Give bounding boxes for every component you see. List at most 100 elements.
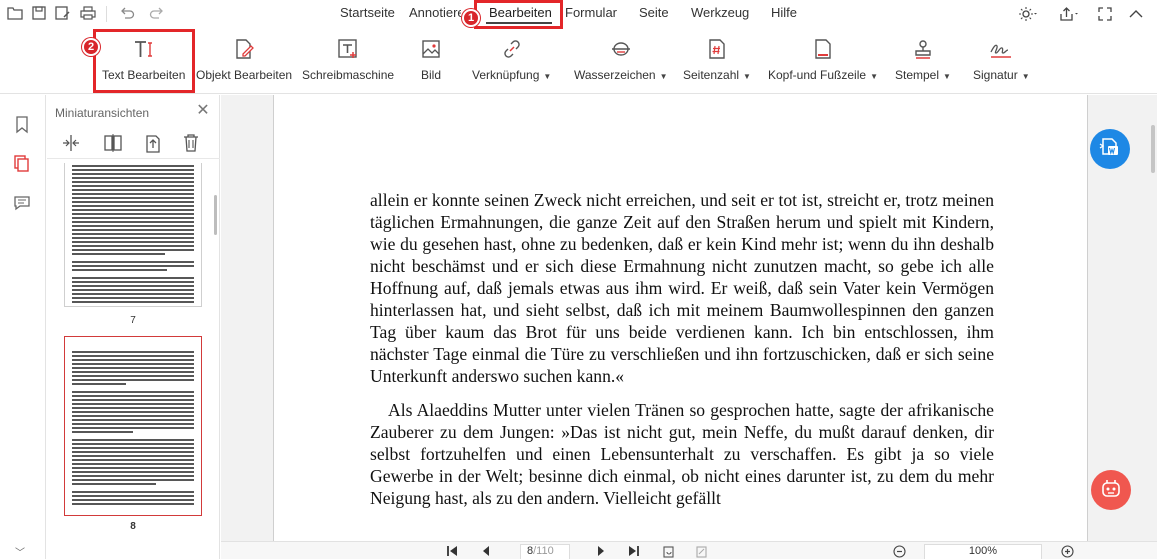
thumbnail-text-line bbox=[72, 221, 194, 223]
object-edit-button[interactable]: Objekt Bearbeiten bbox=[196, 36, 292, 82]
convert-to-word-button[interactable] bbox=[1090, 129, 1130, 169]
collapse-ribbon-icon[interactable] bbox=[1126, 4, 1146, 24]
watermark-button[interactable]: Wasserzeichen ▼ bbox=[574, 36, 668, 82]
thumbnail-text-line bbox=[72, 491, 194, 493]
extract-page-icon[interactable] bbox=[143, 133, 163, 153]
thumbnail-panel: Miniaturansichten ✕ 7 8 bbox=[47, 95, 220, 559]
zoom-out-icon[interactable] bbox=[892, 544, 906, 558]
save-as-icon[interactable] bbox=[54, 4, 72, 22]
thumbnail-text-line bbox=[72, 411, 194, 413]
thumbnail-toolbar bbox=[47, 127, 220, 159]
delete-page-icon[interactable] bbox=[181, 133, 201, 153]
thumbnail-text-line bbox=[72, 285, 194, 287]
fullscreen-icon[interactable] bbox=[1095, 4, 1115, 24]
step-badge-1: 1 bbox=[462, 9, 480, 27]
pdf-page: allein er konnte seinen Zweck nicht erre… bbox=[273, 95, 1088, 541]
thumbnail-text-line bbox=[72, 273, 194, 275]
ai-assistant-button[interactable] bbox=[1091, 470, 1131, 510]
save-icon[interactable] bbox=[30, 4, 48, 22]
rotate-page-icon[interactable] bbox=[103, 133, 123, 153]
signature-button[interactable]: Signatur ▼ bbox=[973, 36, 1030, 82]
watermark-label: Wasserzeichen ▼ bbox=[574, 68, 668, 82]
close-icon[interactable]: ✕ bbox=[195, 103, 211, 120]
next-page-icon[interactable] bbox=[594, 544, 608, 558]
stamp-button[interactable]: Stempel ▼ bbox=[895, 36, 951, 82]
thumbnail-text-line bbox=[72, 181, 194, 183]
thumbnails-icon[interactable] bbox=[12, 153, 32, 173]
thumbnail-text-line bbox=[72, 379, 194, 381]
tab-annotieren[interactable]: Annotieren bbox=[409, 5, 461, 20]
tab-seite[interactable]: Seite bbox=[639, 5, 669, 20]
theme-sun-icon[interactable] bbox=[1018, 4, 1038, 24]
thumbnail-text-line bbox=[72, 499, 194, 501]
thumbnail-text-line bbox=[72, 237, 194, 239]
thumbnail-text-line bbox=[72, 419, 194, 421]
thumbnail-text-line bbox=[72, 261, 194, 263]
toolbar-divider bbox=[106, 6, 107, 22]
fit-page-icon[interactable] bbox=[694, 544, 708, 558]
comment-icon[interactable] bbox=[12, 193, 32, 213]
thumbnail-scrollbar[interactable] bbox=[214, 195, 217, 235]
paragraph[interactable]: allein er konnte seinen Zweck nicht erre… bbox=[370, 189, 994, 387]
thumbnail-text-line bbox=[72, 475, 194, 477]
zoom-level-field[interactable]: 100% bbox=[924, 544, 1042, 559]
thumbnail-text-line bbox=[72, 213, 194, 215]
chevron-down-icon[interactable]: ﹀ bbox=[15, 544, 25, 559]
image-button[interactable]: Bild bbox=[418, 36, 444, 82]
page-number-icon bbox=[704, 36, 730, 62]
header-footer-button[interactable]: Kopf-und Fußzeile ▼ bbox=[768, 36, 878, 82]
undo-icon[interactable] bbox=[118, 4, 136, 22]
paragraph[interactable]: Als Alaeddins Mutter unter vielen Tränen… bbox=[370, 399, 994, 509]
redo-icon[interactable] bbox=[148, 4, 166, 22]
status-bar: 8/110 100% bbox=[221, 541, 1157, 559]
share-icon[interactable] bbox=[1059, 4, 1079, 24]
image-label: Bild bbox=[420, 68, 441, 82]
open-folder-icon[interactable] bbox=[6, 4, 24, 22]
thumbnail-text-line bbox=[72, 495, 194, 497]
previous-page-icon[interactable] bbox=[479, 544, 493, 558]
thumbnail-text-line bbox=[72, 455, 194, 457]
thumbnail-text-line bbox=[72, 367, 194, 369]
tab-werkzeug[interactable]: Werkzeug bbox=[691, 5, 749, 20]
page-number-input[interactable]: 8/110 bbox=[520, 544, 570, 559]
document-scrollbar[interactable] bbox=[1151, 125, 1155, 173]
zoom-in-icon[interactable] bbox=[1060, 544, 1074, 558]
left-sidebar-footer: ﹀ bbox=[0, 541, 46, 559]
thumbnail-text-line bbox=[72, 281, 194, 283]
print-icon[interactable] bbox=[79, 4, 97, 22]
page-number-button[interactable]: Seitenzahl ▼ bbox=[683, 36, 751, 82]
bookmark-icon[interactable] bbox=[12, 115, 32, 135]
thumbnail-text-line bbox=[72, 269, 168, 271]
thumbnail-page-7[interactable] bbox=[64, 163, 202, 307]
thumbnail-text-line bbox=[72, 487, 194, 489]
thumbnail-text-lines bbox=[72, 165, 194, 305]
thumbnail-text-line bbox=[72, 201, 194, 203]
thumbnail-text-line bbox=[72, 375, 194, 377]
link-button[interactable]: Verknüpfung ▼ bbox=[472, 36, 551, 82]
thumbnail-text-line bbox=[72, 383, 126, 385]
header-footer-label: Kopf-und Fußzeile ▼ bbox=[768, 68, 878, 82]
thumbnail-text-line bbox=[72, 483, 157, 485]
split-page-icon[interactable] bbox=[61, 133, 81, 153]
last-page-icon[interactable] bbox=[627, 544, 641, 558]
menu-bar: Startseite Annotieren Bearbeiten Formula… bbox=[0, 0, 1157, 28]
page-text-block[interactable]: allein er konnte seinen Zweck nicht erre… bbox=[370, 189, 994, 509]
robot-icon bbox=[1099, 476, 1123, 505]
typewriter-icon bbox=[335, 36, 361, 62]
thumbnail-text-line bbox=[72, 297, 194, 299]
tab-hilfe[interactable]: Hilfe bbox=[771, 5, 797, 20]
thumbnail-text-line bbox=[72, 229, 194, 231]
rotate-view-icon[interactable] bbox=[661, 544, 675, 558]
thumbnail-text-line bbox=[72, 435, 194, 437]
thumbnail-text-line bbox=[72, 359, 194, 361]
typewriter-button[interactable]: Schreibmaschine bbox=[302, 36, 394, 82]
thumbnail-page-8-selected[interactable] bbox=[64, 336, 202, 516]
tab-startseite[interactable]: Startseite bbox=[340, 5, 395, 20]
tab-formular[interactable]: Formular bbox=[565, 5, 617, 20]
object-edit-icon bbox=[231, 36, 257, 62]
first-page-icon[interactable] bbox=[445, 544, 459, 558]
thumbnail-text-line bbox=[72, 301, 194, 303]
thumbnail-text-line bbox=[72, 177, 194, 179]
thumbnail-text-line bbox=[72, 241, 194, 243]
signature-label: Signatur ▼ bbox=[973, 68, 1030, 82]
